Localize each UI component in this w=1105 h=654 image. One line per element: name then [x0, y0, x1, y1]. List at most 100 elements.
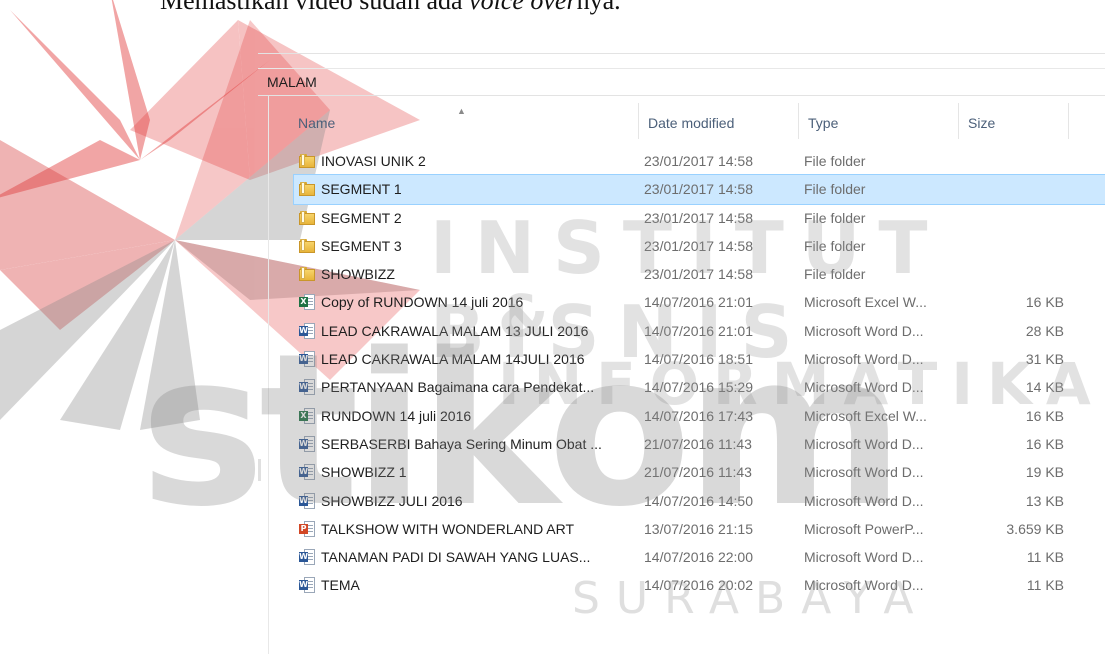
file-date-modified: 23/01/2017 14:58 — [644, 266, 753, 283]
file-type: Microsoft Word D... — [804, 549, 924, 566]
file-row[interactable]: X RUNDOWN 14 juli 2016 14/07/2016 17:43 Mic… — [294, 402, 1105, 430]
file-size: 3.659 KB — [1006, 520, 1064, 537]
word-file-icon: W — [299, 379, 315, 396]
file-date-modified: 14/07/2016 20:02 — [644, 577, 753, 594]
file-date-modified: 21/07/2016 11:43 — [644, 435, 752, 452]
file-name: INOVASI UNIK 2 — [321, 153, 426, 169]
column-header-size[interactable]: Size — [968, 110, 1068, 136]
file-row[interactable]: W TEMA 14/07/2016 20:02 Microsoft Word D...… — [294, 571, 1105, 599]
column-divider[interactable] — [958, 103, 959, 139]
file-name: PERTANYAAN Bagaimana cara Pendekat... — [321, 379, 595, 396]
file-row[interactable]: SEGMENT 1 23/01/2017 14:58 File folder — [293, 174, 1105, 205]
file-row[interactable]: W SERBASERBI Bahaya Sering Minum Obat ...… — [294, 430, 1105, 458]
pane-left-border — [268, 96, 269, 654]
file-type: Microsoft Excel W... — [804, 407, 927, 424]
file-size: 16 KB — [1025, 435, 1064, 452]
file-date-modified: 23/01/2017 14:58 — [644, 181, 753, 198]
word-file-icon: W — [299, 464, 315, 481]
file-size: 11 KB — [1026, 549, 1064, 566]
file-row[interactable]: W LEAD CAKRAWALA MALAM 14JULI 2016 14/07/2… — [294, 345, 1105, 373]
file-type: Microsoft Word D... — [804, 322, 924, 339]
file-type: Microsoft Excel W... — [804, 294, 927, 311]
file-name: TALKSHOW WITH WONDERLAND ART — [321, 520, 575, 537]
file-name: SEGMENT 3 — [321, 237, 402, 254]
file-row[interactable]: SEGMENT 3 23/01/2017 14:58 File folder — [294, 232, 1105, 260]
file-row[interactable]: X Copy of RUNDOWN 14 juli 2016 14/07/2016 … — [294, 288, 1105, 316]
file-row[interactable]: SEGMENT 2 23/01/2017 14:58 File folder — [294, 204, 1105, 232]
file-name: TANAMAN PADI DI SAWAH YANG LUAS... — [321, 549, 591, 566]
file-type: Microsoft Word D... — [804, 351, 924, 368]
top-divider — [258, 53, 1105, 54]
file-date-modified: 13/07/2016 21:15 — [644, 520, 753, 537]
column-header-type[interactable]: Type — [808, 110, 948, 136]
address-bar[interactable]: MALAM — [258, 68, 1105, 96]
column-divider[interactable] — [1068, 103, 1069, 139]
file-row[interactable]: P TALKSHOW WITH WONDERLAND ART 13/07/2016 … — [294, 515, 1105, 543]
file-date-modified: 23/01/2017 14:58 — [644, 153, 753, 169]
file-size: 14 KB — [1025, 379, 1064, 396]
file-name: SHOWBIZZ JULI 2016 — [321, 492, 463, 509]
file-name: Copy of RUNDOWN 14 juli 2016 — [321, 294, 524, 311]
file-date-modified: 14/07/2016 14:50 — [644, 492, 753, 509]
file-size: 13 KB — [1025, 492, 1064, 509]
file-date-modified: 23/01/2017 14:58 — [644, 237, 753, 254]
file-size: 16 KB — [1025, 407, 1064, 424]
file-date-modified: 14/07/2016 21:01 — [644, 294, 753, 311]
powerpoint-file-icon: P — [299, 520, 315, 537]
file-name: SEGMENT 1 — [321, 181, 402, 198]
caption-italic-text: voice over — [469, 0, 577, 15]
column-divider[interactable] — [798, 103, 799, 139]
column-header-name[interactable]: Name — [298, 110, 628, 136]
file-explorer-pane: MALAM ▲ Name Date modified Type Size INO… — [258, 53, 1105, 654]
file-date-modified: 14/07/2016 17:43 — [644, 407, 753, 424]
word-file-icon: W — [299, 435, 315, 452]
file-name: SERBASERBI Bahaya Sering Minum Obat ... — [321, 435, 602, 452]
file-row[interactable]: INOVASI UNIK 2 23/01/2017 14:58 File folde… — [294, 147, 1105, 175]
file-size: 31 KB — [1025, 351, 1064, 368]
excel-file-icon: X — [299, 407, 315, 424]
file-type: Microsoft Word D... — [804, 464, 924, 481]
file-name: SEGMENT 2 — [321, 209, 402, 226]
file-name: LEAD CAKRAWALA MALAM 14JULI 2016 — [321, 351, 585, 368]
file-date-modified: 14/07/2016 18:51 — [644, 351, 753, 368]
file-list: INOVASI UNIK 2 23/01/2017 14:58 File folde… — [293, 147, 1105, 600]
word-file-icon: W — [299, 322, 315, 339]
file-name: SHOWBIZZ — [321, 266, 395, 283]
file-type: File folder — [804, 209, 866, 226]
file-type: File folder — [804, 266, 866, 283]
file-type: File folder — [804, 237, 866, 254]
splitter-handle[interactable] — [258, 459, 261, 481]
file-row[interactable]: W SHOWBIZZ 1 21/07/2016 11:43 Microsoft Wor… — [294, 458, 1105, 486]
folder-icon — [299, 238, 315, 254]
file-date-modified: 14/07/2016 21:01 — [644, 322, 753, 339]
file-row[interactable]: W LEAD CAKRAWALA MALAM 13 JULI 2016 14/07/… — [294, 317, 1105, 345]
file-row[interactable]: W PERTANYAAN Bagaimana cara Pendekat... 14… — [294, 373, 1105, 401]
file-type: Microsoft Word D... — [804, 577, 924, 594]
file-date-modified: 23/01/2017 14:58 — [644, 209, 753, 226]
file-row[interactable]: SHOWBIZZ 23/01/2017 14:58 File folder — [294, 260, 1105, 288]
word-file-icon: W — [299, 549, 315, 566]
folder-icon — [299, 153, 315, 169]
file-size: 11 KB — [1026, 577, 1064, 594]
file-size: 19 KB — [1025, 464, 1064, 481]
word-file-icon: W — [299, 577, 315, 594]
column-header-date[interactable]: Date modified — [648, 110, 798, 136]
file-row[interactable]: W TANAMAN PADI DI SAWAH YANG LUAS... 14/07… — [294, 543, 1105, 571]
excel-file-icon: X — [299, 294, 315, 311]
file-name: SHOWBIZZ 1 — [321, 464, 407, 481]
file-type: Microsoft PowerP... — [804, 520, 924, 537]
word-file-icon: W — [299, 492, 315, 509]
column-divider[interactable] — [638, 103, 639, 139]
file-type: Microsoft Word D... — [804, 379, 924, 396]
folder-icon — [299, 266, 315, 282]
document-caption: Memastikan video sudah ada voice overnya… — [160, 0, 621, 16]
file-size: 16 KB — [1025, 294, 1064, 311]
file-name: LEAD CAKRAWALA MALAM 13 JULI 2016 — [321, 322, 589, 339]
file-type: File folder — [804, 153, 866, 169]
file-row[interactable]: W SHOWBIZZ JULI 2016 14/07/2016 14:50 Micro… — [294, 487, 1105, 515]
file-date-modified: 21/07/2016 11:43 — [644, 464, 752, 481]
file-name: TEMA — [321, 577, 360, 594]
file-type: File folder — [804, 181, 866, 198]
file-name: RUNDOWN 14 juli 2016 — [321, 407, 472, 424]
file-date-modified: 14/07/2016 15:29 — [644, 379, 753, 396]
